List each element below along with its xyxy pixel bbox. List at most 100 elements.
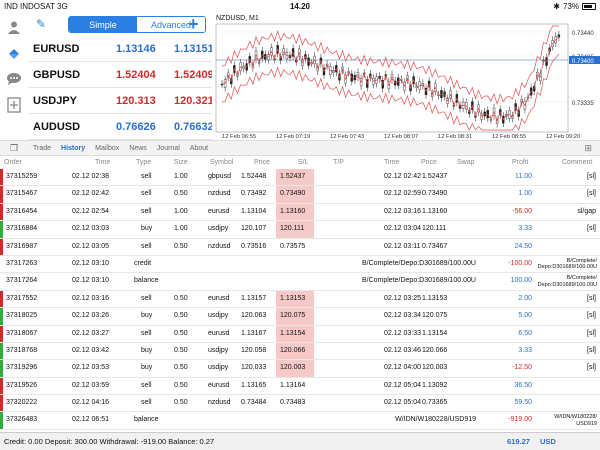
cell-price2: 1.13092: [422, 381, 448, 389]
col-price2[interactable]: Price: [421, 159, 437, 166]
new-document-icon[interactable]: [5, 96, 23, 114]
tab-news[interactable]: News: [124, 145, 152, 152]
col-comment[interactable]: Comment: [562, 159, 592, 166]
cell-description: B/Complete/Depo:D301689/100.00U: [361, 259, 476, 267]
cell-size: 0.50: [174, 399, 188, 407]
table-row[interactable]: 37320222 02.12 04:16 sell 0.50 nzdusd 0.73484…: [0, 395, 600, 413]
add-symbol-icon[interactable]: +: [188, 14, 199, 35]
col-time2[interactable]: Time: [384, 159, 399, 166]
quote-bid[interactable]: 1.13146: [116, 43, 156, 55]
cell-symbol: usdjpy: [208, 346, 229, 354]
quote-row[interactable]: EURUSD 1.13146 1.13151: [28, 36, 214, 62]
table-row[interactable]: 37317552 02.12 03:16 sell 0.50 eurusd 1.13157…: [0, 290, 600, 309]
cell-comment: [sl]: [587, 294, 596, 302]
tab-simple[interactable]: Simple: [69, 17, 137, 32]
cell-type: buy: [141, 225, 153, 233]
table-row[interactable]: 37316454 02.12 02:54 sell 1.00 eurusd 1.13104…: [0, 203, 600, 222]
col-profit[interactable]: Profit: [512, 159, 528, 166]
cell-comment: sl/gap: [577, 207, 596, 215]
table-row[interactable]: 37315259 02.12 02:38 sell 1.00 gbpusd 1.52448…: [0, 169, 600, 187]
cell-time: 02.12 03:16: [72, 294, 109, 302]
cell-symbol: nzdusd: [208, 242, 231, 250]
cell-sl: 0.73575: [280, 242, 306, 250]
cell-time: 02.12 03:10: [72, 277, 109, 285]
quote-ask[interactable]: 1.13151: [174, 43, 214, 55]
cell-profit: 5.00: [518, 312, 532, 320]
cell-type: balance: [134, 416, 159, 424]
cell-type: sell: [141, 399, 152, 407]
cell-price: 120.033: [241, 364, 267, 372]
tab-journal[interactable]: Journal: [152, 145, 185, 152]
quote-row[interactable]: GBPUSD 1.52404 1.52409: [28, 62, 214, 88]
cell-sl: 1.13160: [280, 207, 306, 215]
cell-size: 1.00: [174, 207, 188, 215]
cell-profit: 11.00: [515, 173, 532, 180]
price-tick: 0.73335: [572, 101, 594, 107]
quote-ask[interactable]: 120.321: [174, 95, 214, 107]
cell-profit: -919.00: [508, 416, 532, 424]
table-row[interactable]: 37318067 02.12 03:27 sell 0.50 eurusd 1.13167…: [0, 325, 600, 343]
cell-time: 02.12 02:42: [72, 190, 109, 198]
table-row[interactable]: 37319296 02.12 03:53 buy 0.50 usdjpy 120.033 1…: [0, 360, 600, 378]
account-icon[interactable]: [5, 18, 23, 36]
col-order[interactable]: Order: [4, 159, 22, 166]
table-row[interactable]: 37315467 02.12 02:42 sell 0.50 nzdusd 0.73492…: [0, 186, 600, 204]
table-row[interactable]: 37316884 02.12 03:03 buy 1.00 usdjpy 120.107 1…: [0, 221, 600, 239]
col-time[interactable]: Time: [95, 159, 110, 166]
cell-price: 1.13104: [241, 207, 267, 215]
table-row[interactable]: 37318025 02.12 03:26 buy 0.50 usdjpy 120.063 1…: [0, 308, 600, 326]
quote-bid[interactable]: 120.313: [116, 95, 156, 107]
trade-arrows-icon[interactable]: [5, 44, 23, 62]
tab-trade[interactable]: Trade: [28, 145, 56, 152]
col-type[interactable]: Type: [136, 159, 151, 166]
tab-mailbox[interactable]: Mailbox: [90, 145, 124, 152]
tab-about[interactable]: About: [185, 145, 213, 152]
cell-symbol: usdjpy: [208, 364, 229, 372]
chat-icon[interactable]: [5, 70, 23, 88]
col-size[interactable]: Size: [174, 159, 188, 166]
layout-icon[interactable]: ⊞: [584, 143, 592, 154]
table-row[interactable]: 37319526 02.12 03:59 sell 0.50 eurusd 1.13165…: [0, 377, 600, 396]
cell-sl: 1.13153: [280, 294, 306, 302]
pencil-icon[interactable]: ✎: [36, 17, 46, 31]
table-row[interactable]: 37318768 02.12 03:42 buy 0.50 usdjpy 120.058 1…: [0, 342, 600, 361]
cell-comment: [sl]: [587, 190, 596, 198]
cell-price2: 1.13153: [422, 294, 448, 302]
quote-row[interactable]: USDJPY 120.313 120.321: [28, 88, 214, 114]
cell-profit: -100.00: [508, 259, 532, 267]
col-tp[interactable]: T/P: [333, 159, 344, 166]
battery-icon: [582, 3, 596, 10]
quote-bid[interactable]: 0.76626: [116, 121, 156, 133]
col-sl[interactable]: S/L: [298, 159, 309, 166]
quote-ask[interactable]: 1.52409: [174, 69, 214, 81]
cell-time: 02.12 03:53: [72, 364, 109, 372]
quote-bid[interactable]: 1.52404: [116, 69, 156, 81]
chart-canvas[interactable]: 0.734400.734050.734000.7333512 Feb 06:55…: [212, 14, 600, 140]
cell-size: 1.00: [174, 225, 188, 233]
cell-sl: 1.52437: [280, 173, 306, 180]
col-symbol[interactable]: Symbol: [210, 159, 233, 166]
col-price[interactable]: Price: [254, 159, 270, 166]
cell-time2: 02.12 03:04: [384, 225, 421, 233]
cell-order: 37315467: [6, 190, 38, 198]
table-row[interactable]: 37317263 02.12 03:10 credit B/Complete/Depo…: [0, 256, 600, 274]
price-chart[interactable]: 0.734400.734050.734000.7333512 Feb 06:55…: [212, 14, 600, 140]
cell-symbol: eurusd: [208, 381, 230, 389]
cell-order: 37318067: [6, 329, 38, 337]
col-swap[interactable]: Swap: [457, 159, 475, 166]
cell-order: 37315259: [6, 173, 38, 180]
cell-comment: [sl]: [587, 364, 596, 372]
table-row[interactable]: 37317264 02.12 03:10 balance B/Complete/Dep…: [0, 273, 600, 291]
cell-time2: 02.12 03:25: [384, 294, 421, 302]
quote-row[interactable]: AUDUSD 0.76626 0.76632: [28, 114, 214, 140]
terminal-tabbar: ❐ Trade History Mailbox News Journal About ⊞: [0, 140, 600, 156]
tab-history[interactable]: History: [56, 145, 90, 152]
cell-price2: 120.075: [422, 312, 448, 320]
comment-line-2: Depo:D301689/100.00U: [537, 264, 597, 271]
windows-icon[interactable]: ❐: [0, 143, 28, 154]
table-row[interactable]: 37326483 02.12 06:51 balance W/IDN/W180228/…: [0, 412, 600, 430]
quote-ask[interactable]: 0.76632: [174, 121, 214, 133]
quote-symbol: EURUSD: [33, 43, 80, 55]
cell-order: 37316987: [6, 242, 38, 250]
table-row[interactable]: 37316987 02.12 03:05 sell 0.50 nzdusd 0.73516…: [0, 238, 600, 256]
